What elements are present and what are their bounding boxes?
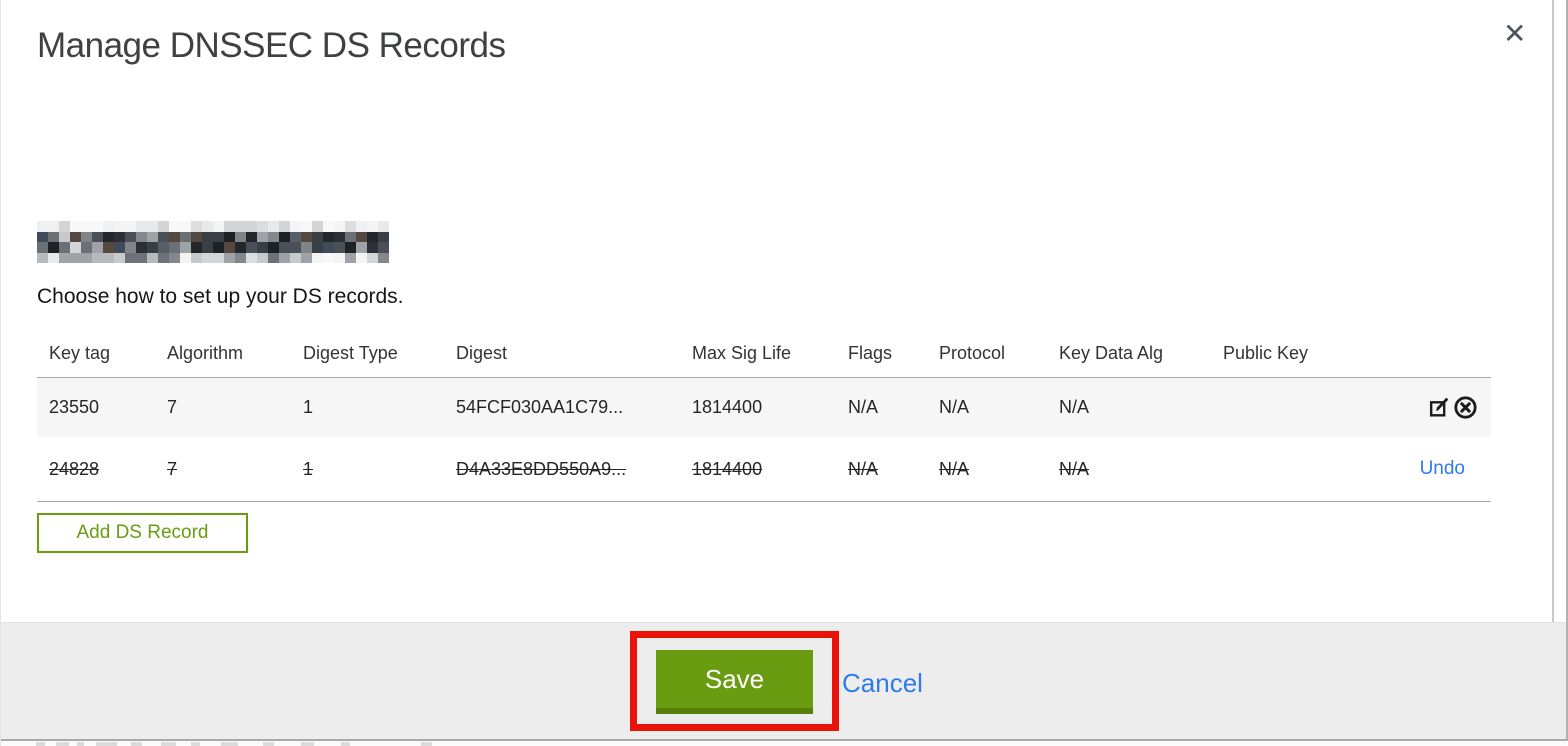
cell-algorithm: 7 [167,397,178,417]
cell-key-data-alg: N/A [1059,458,1090,479]
cell-key-data-alg: N/A [1059,397,1090,417]
cell-protocol: N/A [939,458,970,479]
edit-icon[interactable] [1427,395,1452,420]
table-header-row: Key tag Algorithm Digest Type Digest Max… [37,330,1491,378]
cell-digest: D4A33E8DD550A9... [456,458,627,479]
redacted-domain-name [37,221,389,263]
delete-icon[interactable] [1452,394,1479,421]
undo-link[interactable]: Undo [1420,458,1479,480]
table-row-deleted: 24828 7 1 D4A33E8DD550A9... 1814400 N/A … [37,437,1491,502]
cell-protocol: N/A [939,397,970,417]
cell-max-sig-life: 1814400 [692,397,763,417]
table-row: 23550 7 1 54FCF030AA1C79... 1814400 N/A … [37,378,1491,437]
col-header-digest: Digest [456,343,508,363]
page-title: Manage DNSSEC DS Records [37,26,506,65]
col-header-key-data-alg: Key Data Alg [1059,343,1164,363]
cell-algorithm: 7 [167,458,178,479]
add-ds-record-button[interactable]: Add DS Record [37,513,248,553]
cell-digest-type: 1 [303,458,314,479]
dnssec-modal: { "modal": { "title": "Manage DNSSEC DS … [0,0,1568,746]
cell-flags: N/A [848,397,879,417]
cancel-link[interactable]: Cancel [842,668,923,699]
instruction-text: Choose how to set up your DS records. [37,285,404,308]
row-actions [1361,394,1491,421]
modal-scroll-edge [1552,0,1554,622]
cell-flags: N/A [848,458,879,479]
col-header-public-key: Public Key [1223,343,1309,363]
save-button[interactable]: Save [656,650,813,714]
col-header-max-sig-life: Max Sig Life [692,343,792,363]
col-header-key-tag: Key tag [49,343,111,363]
page-below-modal-artifacts [1,741,1568,746]
col-header-protocol: Protocol [939,343,1006,363]
ds-records-table: Key tag Algorithm Digest Type Digest Max… [37,330,1491,502]
cell-key-tag: 24828 [49,458,100,479]
close-icon[interactable]: ✕ [1503,20,1526,48]
col-header-digest-type: Digest Type [303,343,398,363]
cell-key-tag: 23550 [49,397,100,417]
cell-digest: 54FCF030AA1C79... [456,397,624,417]
col-header-flags: Flags [848,343,893,363]
cell-digest-type: 1 [303,397,314,417]
col-header-algorithm: Algorithm [167,343,244,363]
row-actions: Undo [1361,458,1491,480]
cell-max-sig-life: 1814400 [692,458,763,479]
